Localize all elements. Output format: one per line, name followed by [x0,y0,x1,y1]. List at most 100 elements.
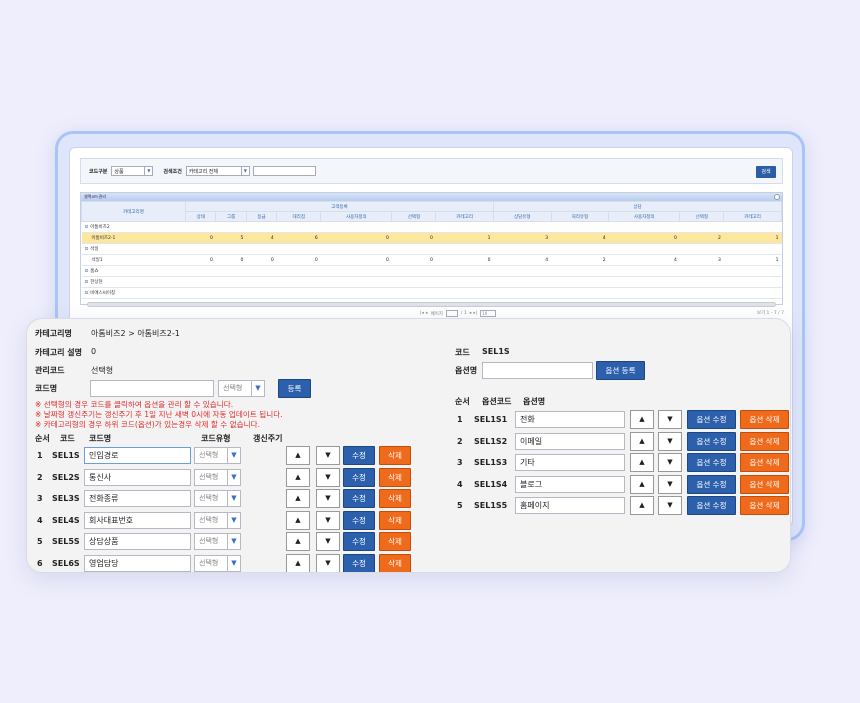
edit-button[interactable]: 수정 [343,467,375,487]
option-move-up-button[interactable]: ▲ [630,474,654,494]
table-row[interactable]: ⊡ 한상현 [81,276,782,288]
expand-icon[interactable]: ⊡ [85,280,89,285]
delete-button[interactable]: 삭제 [379,467,411,487]
col-header[interactable]: 선택형 [391,211,437,222]
option-move-up-button[interactable]: ▲ [630,496,654,515]
option-delete-button[interactable]: 옵션 삭제 [740,496,789,515]
col-header[interactable]: 상담유형 [493,211,552,222]
option-name-input[interactable] [482,362,593,379]
horizontal-scrollbar[interactable] [87,302,776,307]
row-code-name-input[interactable]: 영업담당 [84,554,191,572]
move-up-button[interactable]: ▲ [286,489,310,508]
page-input[interactable] [445,310,458,317]
option-name-field[interactable]: 전화 [515,411,625,428]
move-down-button[interactable]: ▼ [316,553,340,572]
delete-button[interactable]: 삭제 [379,553,411,572]
edit-button[interactable]: 수정 [343,510,375,530]
move-down-button[interactable]: ▼ [316,446,340,465]
option-delete-button[interactable]: 옵션 삭제 [740,453,789,472]
code-name-input[interactable] [90,380,214,397]
move-down-button[interactable]: ▼ [316,467,340,487]
option-move-up-button[interactable]: ▲ [630,453,654,472]
row-code-type-select[interactable]: 선택형 ▼ [194,490,241,507]
option-move-down-button[interactable]: ▼ [658,431,682,451]
delete-button[interactable]: 삭제 [379,446,411,465]
option-register-button[interactable]: 옵션 등록 [596,361,645,380]
col-category[interactable]: 카테고리명 [81,201,186,222]
row-code-name-input[interactable]: 회사대표번호 [84,511,191,529]
table-row[interactable]: ⊡ 비에스씨이칭 [81,287,782,299]
next-page-icon[interactable]: ▸ ▸| [470,311,477,316]
option-edit-button[interactable]: 옵션 수정 [687,474,736,494]
option-move-down-button[interactable]: ▼ [658,496,682,515]
row-code[interactable]: SEL1S [52,451,80,460]
table-row[interactable]: ⊡ 석일 [81,243,782,255]
col-header[interactable]: 사용자정의 [320,211,393,222]
option-edit-button[interactable]: 옵션 수정 [687,431,736,451]
row-code-type-select[interactable]: 선택형 ▼ [194,554,241,572]
move-up-button[interactable]: ▲ [286,532,310,551]
delete-button[interactable]: 삭제 [379,532,411,551]
col-header[interactable]: 처리유형 [550,211,610,222]
row-code-type-select[interactable]: 선택형 ▼ [194,468,241,486]
option-move-up-button[interactable]: ▲ [630,431,654,451]
table-row[interactable]: ⊡ 아톰비즈2 [81,221,782,233]
expand-icon[interactable]: ⊡ [85,225,89,230]
row-code-type-select[interactable]: 선택형 ▼ [194,511,241,529]
edit-button[interactable]: 수정 [343,532,375,551]
collapse-icon[interactable] [774,194,780,200]
option-name-field[interactable]: 기타 [515,454,625,471]
move-down-button[interactable]: ▼ [316,510,340,530]
col-header[interactable]: 그룹 [215,211,247,222]
register-button[interactable]: 등록 [278,379,311,398]
row-code[interactable]: SEL2S [52,473,80,482]
expand-icon[interactable]: ⊡ [85,247,89,252]
table-row[interactable]: ⊡ 홈쇼 [81,265,782,277]
col-header[interactable]: 대리점 [276,211,322,222]
expand-icon[interactable]: ⊡ [85,269,89,274]
expand-icon[interactable]: ⊡ [85,291,89,296]
code-type-select[interactable]: 상품 ▼ [111,166,154,176]
row-code[interactable]: SEL5S [52,537,80,546]
row-code-name-input[interactable]: 인입경로 [84,447,191,464]
search-button[interactable]: 검색 [756,166,776,178]
row-code-name-input[interactable]: 상담상품 [84,533,191,550]
option-edit-button[interactable]: 옵션 수정 [687,410,736,429]
option-delete-button[interactable]: 옵션 삭제 [740,410,789,429]
col-header[interactable]: 사용자정의 [608,211,681,222]
option-move-down-button[interactable]: ▼ [658,410,682,429]
option-delete-button[interactable]: 옵션 삭제 [740,431,789,451]
option-delete-button[interactable]: 옵션 삭제 [740,474,789,494]
edit-button[interactable]: 수정 [343,446,375,465]
table-row[interactable]: 석일1 0 0 0 0 0 0 0 4 2 4 3 1 [81,254,782,266]
condition-select[interactable]: 카테고리 전체 ▼ [185,166,250,176]
col-header[interactable]: 등급 [245,211,278,222]
move-up-button[interactable]: ▲ [286,553,310,572]
edit-button[interactable]: 수정 [343,553,375,572]
delete-button[interactable]: 삭제 [379,489,411,508]
row-code-type-select[interactable]: 선택형 ▼ [194,447,241,464]
move-down-button[interactable]: ▼ [316,532,340,551]
row-code-name-input[interactable]: 통신사 [84,468,191,486]
option-move-down-button[interactable]: ▼ [658,474,682,494]
col-header[interactable]: 선택형 [679,211,725,222]
row-code[interactable]: SEL4S [52,516,80,525]
option-move-up-button[interactable]: ▲ [630,410,654,429]
move-up-button[interactable]: ▲ [286,510,310,530]
delete-button[interactable]: 삭제 [379,510,411,530]
option-edit-button[interactable]: 옵션 수정 [687,453,736,472]
option-move-down-button[interactable]: ▼ [658,453,682,472]
table-row[interactable]: 아톰비즈2-1 0 5 4 6 0 0 1 3 4 0 2 1 [81,232,782,244]
option-name-field[interactable]: 홈페이지 [515,497,625,514]
col-header[interactable]: 상태 [184,211,217,222]
option-edit-button[interactable]: 옵션 수정 [687,496,736,515]
row-code[interactable]: SEL3S [52,494,80,503]
move-up-button[interactable]: ▲ [286,467,310,487]
col-header[interactable]: 카테고리 [723,211,782,222]
row-code-type-select[interactable]: 선택형 ▼ [194,533,241,550]
move-down-button[interactable]: ▼ [316,489,340,508]
option-name-field[interactable]: 블로그 [515,475,625,493]
option-name-field[interactable]: 이메일 [515,432,625,450]
edit-button[interactable]: 수정 [343,489,375,508]
move-up-button[interactable]: ▲ [286,446,310,465]
